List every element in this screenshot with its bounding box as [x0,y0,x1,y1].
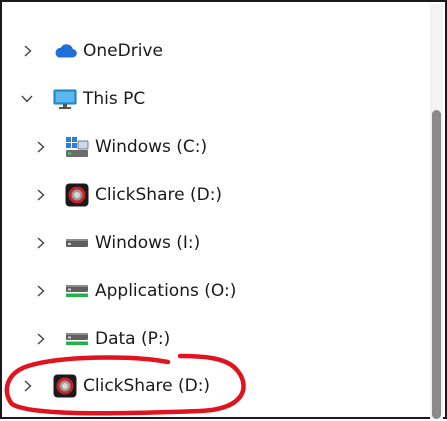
chevron-down-icon[interactable] [19,91,35,107]
tree-item-windows-i[interactable]: Windows (I:) [2,223,430,263]
tree-item-label: ClickShare (D:) [95,185,223,205]
tree-item-data-p[interactable]: Data (P:) [2,319,430,359]
tree-item-label: OneDrive [83,41,163,61]
hard-drive-green-icon [65,327,89,351]
monitor-icon [53,87,77,111]
tree-item-this-pc[interactable]: This PC [2,79,430,119]
chevron-right-icon[interactable] [33,235,49,251]
navigation-tree: OneDrive This PC Windows (C:) ClickShare… [2,2,430,421]
chevron-right-icon[interactable] [33,331,49,347]
tree-item-clickshare-d[interactable]: ClickShare (D:) [2,175,430,215]
clickshare-drive-icon [65,183,89,207]
tree-item-applications-o[interactable]: Applications (O:) [2,271,430,311]
hard-drive-icon [65,231,89,255]
chevron-right-icon[interactable] [33,139,49,155]
tree-item-label: ClickShare (D:) [83,376,211,396]
tree-item-label: Applications (O:) [95,281,237,301]
tree-item-onedrive[interactable]: OneDrive [2,31,430,71]
tree-item-label: This PC [83,89,146,109]
vertical-scrollbar[interactable] [430,4,443,419]
tree-item-windows-c[interactable]: Windows (C:) [2,127,430,167]
scrollbar-thumb[interactable] [432,110,441,419]
chevron-right-icon[interactable] [33,187,49,203]
hard-drive-green-icon [65,279,89,303]
onedrive-cloud-icon [53,39,77,63]
tree-item-clickshare-d-annotated[interactable]: ClickShare (D:) [2,366,430,406]
windows-drive-icon [65,135,89,159]
tree-item-label: Windows (C:) [95,137,208,157]
chevron-right-icon[interactable] [20,378,36,394]
tree-item-label: Data (P:) [95,329,171,349]
chevron-right-icon[interactable] [20,43,36,59]
tree-item-label: Windows (I:) [95,233,201,253]
explorer-nav-pane: OneDrive This PC Windows (C:) ClickShare… [0,0,447,419]
chevron-right-icon[interactable] [33,283,49,299]
clickshare-drive-icon [53,374,77,398]
